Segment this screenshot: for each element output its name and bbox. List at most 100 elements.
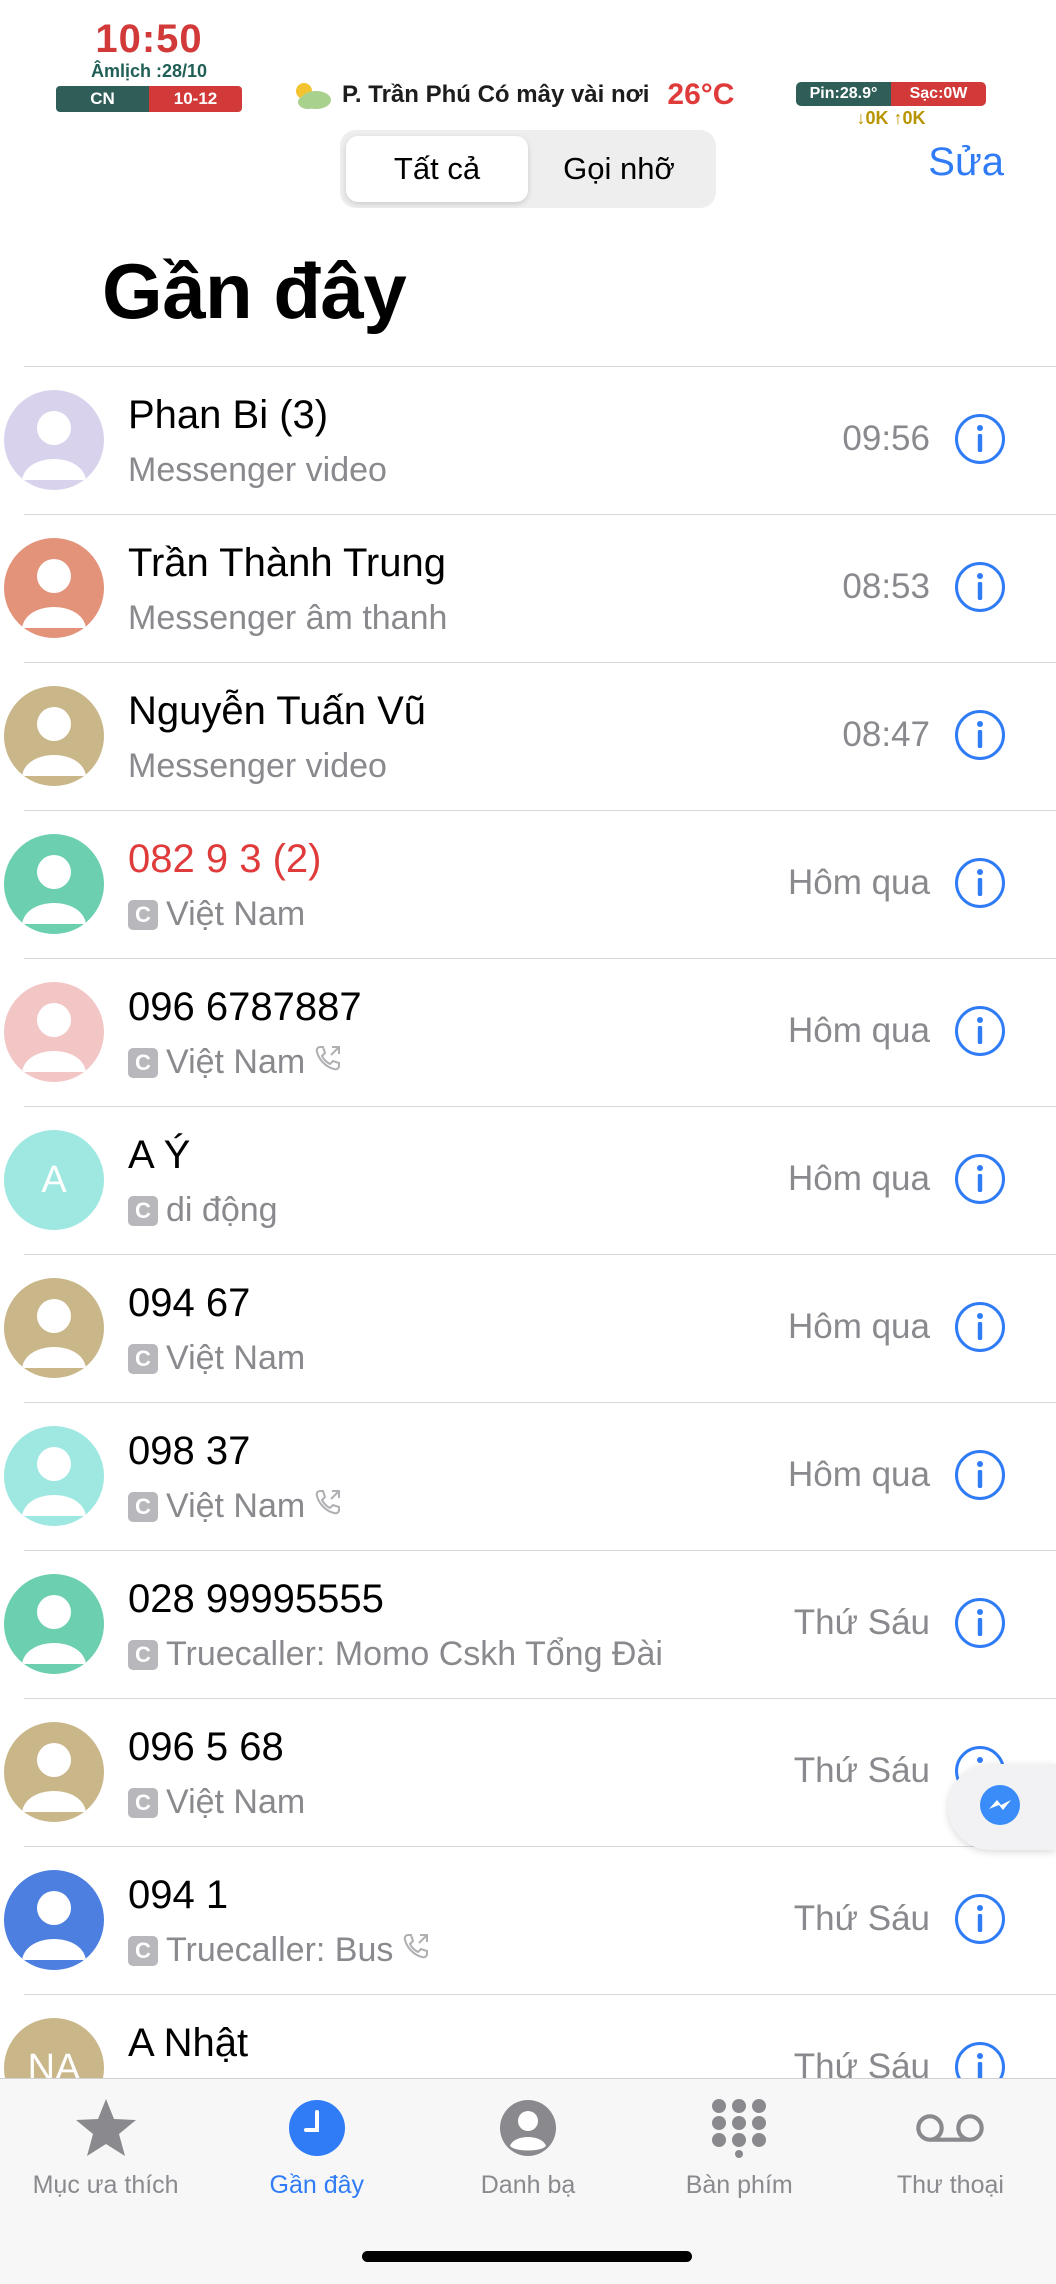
tab-voicemail[interactable]: Thư thoại xyxy=(845,2079,1056,2284)
call-time: Hôm qua xyxy=(787,1159,930,1198)
day-label: CN xyxy=(56,86,149,112)
info-icon[interactable] xyxy=(954,561,1006,613)
avatar xyxy=(4,1426,104,1526)
avatar xyxy=(4,1722,104,1822)
call-row[interactable]: 096 6787887 C Việt Nam Hôm qua xyxy=(4,959,1056,1107)
truecaller-badge-icon: C xyxy=(128,1195,158,1226)
battery-temp: Pin:28.9° xyxy=(796,82,891,106)
call-time: Hôm qua xyxy=(787,1011,930,1050)
call-type: di động xyxy=(166,1191,278,1229)
star-icon xyxy=(71,2093,141,2163)
call-detail: Messenger âm thanh xyxy=(128,599,447,638)
temperature: 26°C xyxy=(667,78,735,111)
call-row[interactable]: Nguyễn Tuấn Vũ Messenger video 08:47 xyxy=(4,663,1056,811)
call-time: Hôm qua xyxy=(787,863,930,902)
messenger-chat-bubble[interactable] xyxy=(948,1764,1056,1850)
call-row[interactable]: 094 67 C Việt Nam Hôm qua xyxy=(4,1255,1056,1403)
call-time: Hôm qua xyxy=(787,1307,930,1346)
tab-contacts-label: Danh bạ xyxy=(480,2171,576,2199)
call-type: Việt Nam xyxy=(166,1339,306,1377)
call-time: Hôm qua xyxy=(787,1455,930,1494)
info-icon[interactable] xyxy=(954,1597,1006,1649)
call-filter-segment: Tất cả Gọi nhỡ xyxy=(340,130,716,208)
outgoing-call-icon xyxy=(313,1043,343,1082)
caller-name: 028 99995555 xyxy=(128,1577,384,1621)
call-type: Việt Nam xyxy=(166,1487,306,1525)
partly-cloudy-icon xyxy=(290,80,334,110)
weather-widget: P. Trần Phú Có mây vài nơi 26°C xyxy=(290,78,734,112)
truecaller-badge-icon: C xyxy=(128,1935,158,1966)
caller-name: A Ý xyxy=(128,1133,191,1177)
network-speed: ↓0K ↑0K xyxy=(856,108,926,128)
caller-name: 096 5 68 xyxy=(128,1725,284,1769)
info-icon[interactable] xyxy=(954,1153,1006,1205)
info-icon[interactable] xyxy=(954,709,1006,761)
call-time: Thứ Sáu xyxy=(793,1751,930,1790)
call-row[interactable]: 096 5 68 C Việt Nam Thứ Sáu xyxy=(4,1699,1056,1847)
caller-name: 098 37 xyxy=(128,1429,251,1473)
caller-name: Nguyễn Tuấn Vũ xyxy=(128,689,426,733)
info-icon[interactable] xyxy=(954,1005,1006,1057)
info-icon[interactable] xyxy=(954,1449,1006,1501)
info-icon[interactable] xyxy=(954,1893,1006,1945)
avatar xyxy=(4,834,104,934)
tab-voicemail-label: Thư thoại xyxy=(896,2171,1004,2199)
messenger-icon xyxy=(978,1783,1022,1832)
caller-name: Phan Bi (3) xyxy=(128,393,329,437)
tab-favorites-label: Mục ưa thích xyxy=(32,2171,179,2199)
call-detail: C Việt Nam xyxy=(128,1339,305,1378)
call-detail: C Việt Nam xyxy=(128,1783,305,1822)
caller-name: Trần Thành Trung xyxy=(128,541,446,585)
call-type: Việt Nam xyxy=(166,1043,306,1081)
date-label: 10-12 xyxy=(149,86,242,112)
tab-favorites[interactable]: Mục ưa thích xyxy=(0,2079,211,2284)
caller-name: 096 6787887 xyxy=(128,985,362,1029)
tab-recents-label: Gần đây xyxy=(269,2171,365,2199)
clock-icon xyxy=(282,2093,352,2163)
call-row[interactable]: A A Ý Cdi động Hôm qua xyxy=(4,1107,1056,1255)
clock-time: 10:50 xyxy=(95,17,203,61)
call-type: Messenger âm thanh xyxy=(128,599,448,637)
call-row[interactable]: 082 9 3 (2) C Việt Nam Hôm qua xyxy=(4,811,1056,959)
person-circle-icon xyxy=(493,2093,563,2163)
caller-name: 094 1 xyxy=(128,1873,229,1917)
truecaller-badge-icon: C xyxy=(128,1047,158,1078)
call-type: Messenger video xyxy=(128,747,387,785)
call-row[interactable]: 098 37 C Việt Nam Hôm qua xyxy=(4,1403,1056,1551)
call-row[interactable]: Phan Bi (3) Messenger video 09:56 xyxy=(4,367,1056,515)
edit-button[interactable]: Sửa xyxy=(928,140,1004,185)
avatar xyxy=(4,390,104,490)
info-icon[interactable] xyxy=(954,413,1006,465)
call-type: Truecaller: Momo Cskh Tổng Đài xyxy=(166,1635,663,1673)
avatar xyxy=(4,538,104,638)
truecaller-badge-icon: C xyxy=(128,1491,158,1522)
truecaller-badge-icon: C xyxy=(128,1787,158,1818)
call-row[interactable]: 028 99995555 C Truecaller: Momo Cskh Tổng … xyxy=(4,1551,1056,1699)
info-icon[interactable] xyxy=(954,1301,1006,1353)
battery-widget: Pin:28.9° Sạc:0W ↓0K ↑0K xyxy=(796,82,986,129)
charging-rate: Sạc:0W xyxy=(891,82,986,106)
avatar xyxy=(4,1278,104,1378)
caller-name: 082 9 3 (2) xyxy=(128,837,322,881)
call-row[interactable]: Trần Thành Trung Messenger âm thanh 08:53 xyxy=(4,515,1056,663)
segment-missed[interactable]: Gọi nhỡ xyxy=(528,136,710,202)
call-time: Thứ Sáu xyxy=(793,1603,930,1642)
call-row[interactable]: 094 1 C Truecaller: Bus Thứ Sáu xyxy=(4,1847,1056,1995)
avatar xyxy=(4,1574,104,1674)
clock-widget: 10:50 Âmlịch :28/10 CN 10-12 xyxy=(56,18,242,112)
weather-text: P. Trần Phú Có mây vài nơi xyxy=(342,81,650,108)
avatar xyxy=(4,1870,104,1970)
truecaller-badge-icon: C xyxy=(128,1343,158,1374)
lunar-date: Âmlịch :28/10 xyxy=(90,61,208,81)
truecaller-badge-icon: C xyxy=(128,1639,158,1670)
page-title: Gần đây xyxy=(102,247,407,335)
segment-all[interactable]: Tất cả xyxy=(346,136,528,202)
info-icon[interactable] xyxy=(954,857,1006,909)
call-detail: Cdi động xyxy=(128,1191,278,1230)
date-bar: CN 10-12 xyxy=(56,86,242,112)
call-time: 08:53 xyxy=(842,567,930,606)
outgoing-call-icon xyxy=(313,1487,343,1526)
call-type: Việt Nam xyxy=(166,1783,306,1821)
truecaller-badge-icon: C xyxy=(128,899,158,930)
call-detail: C Việt Nam xyxy=(128,1487,343,1526)
